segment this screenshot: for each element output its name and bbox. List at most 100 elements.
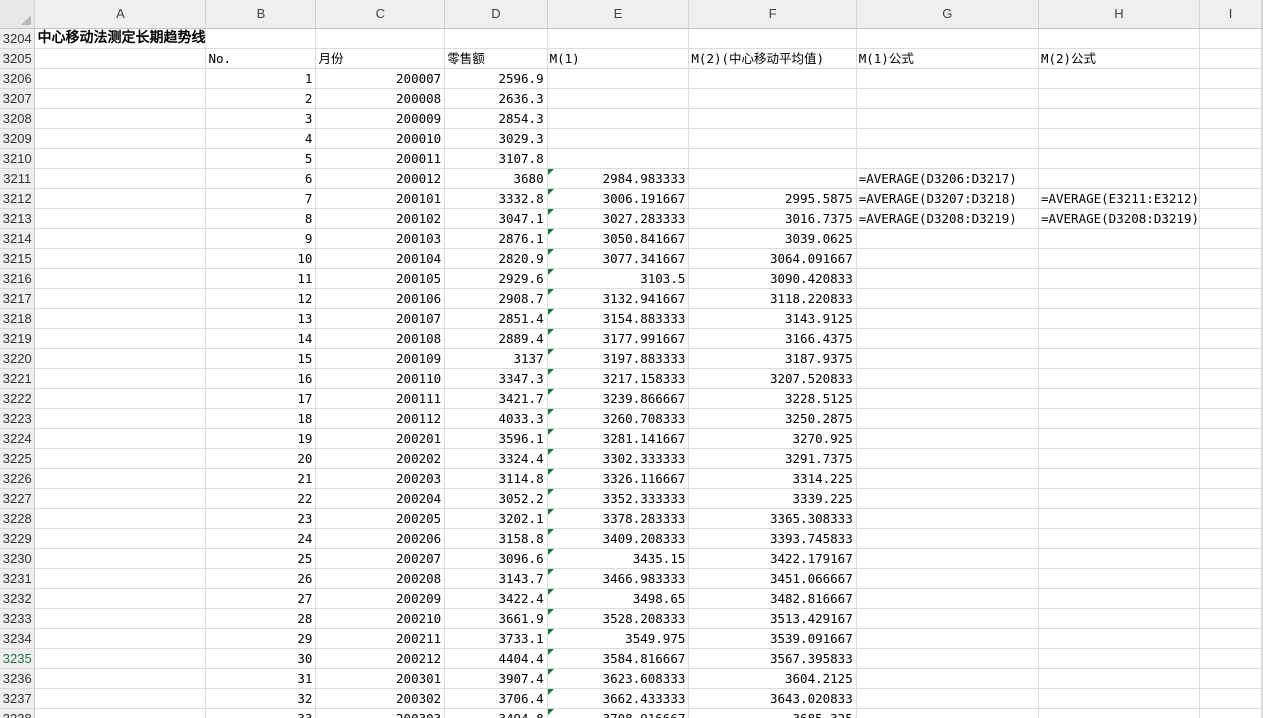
cell-no[interactable]: 3 bbox=[205, 108, 317, 129]
row-header[interactable]: 3235 bbox=[0, 648, 36, 669]
cell-month[interactable]: 200301 bbox=[315, 668, 446, 689]
column-label-cell[interactable]: No. bbox=[205, 48, 317, 69]
cell-m2[interactable]: 3365.308333 bbox=[688, 508, 857, 529]
cell-a[interactable] bbox=[34, 428, 207, 449]
row-header[interactable]: 3224 bbox=[0, 428, 36, 449]
cell-a[interactable] bbox=[34, 368, 207, 389]
cell-a[interactable] bbox=[34, 448, 207, 469]
cell-month[interactable]: 200205 bbox=[315, 508, 446, 529]
cell-sales[interactable]: 3096.6 bbox=[444, 548, 548, 569]
grid-cell[interactable] bbox=[1261, 508, 1263, 529]
cell-m2[interactable] bbox=[688, 88, 857, 109]
cell-a[interactable] bbox=[34, 488, 207, 509]
cell-i[interactable] bbox=[1199, 488, 1262, 509]
cell-m1[interactable]: 3466.983333 bbox=[547, 568, 690, 589]
cell-i[interactable] bbox=[1199, 108, 1262, 129]
row-header[interactable]: 3218 bbox=[0, 308, 36, 329]
cell-a[interactable] bbox=[34, 528, 207, 549]
select-all-button[interactable] bbox=[0, 0, 36, 29]
column-header-c[interactable]: C bbox=[315, 0, 446, 29]
row-header[interactable]: 3209 bbox=[0, 128, 36, 149]
grid-cell[interactable] bbox=[1261, 228, 1263, 249]
cell-no[interactable]: 33 bbox=[205, 708, 317, 718]
cell-no[interactable]: 5 bbox=[205, 148, 317, 169]
cell-month[interactable]: 200202 bbox=[315, 448, 446, 469]
cell-no[interactable]: 31 bbox=[205, 668, 317, 689]
row-header[interactable]: 3205 bbox=[0, 48, 36, 69]
grid-cell[interactable] bbox=[444, 28, 548, 49]
cell-m2[interactable]: 3143.9125 bbox=[688, 308, 857, 329]
cell-m1[interactable]: 3662.433333 bbox=[547, 688, 690, 709]
cell-m2-formula[interactable] bbox=[1038, 648, 1201, 669]
row-header[interactable]: 3216 bbox=[0, 268, 36, 289]
column-label-cell[interactable]: M(2)公式 bbox=[1038, 48, 1201, 69]
cell-m2-formula[interactable] bbox=[1038, 688, 1201, 709]
cell-month[interactable]: 200211 bbox=[315, 628, 446, 649]
cell-m2-formula[interactable] bbox=[1038, 628, 1201, 649]
cell-month[interactable]: 200103 bbox=[315, 228, 446, 249]
cell-month[interactable]: 200210 bbox=[315, 608, 446, 629]
cell-a[interactable] bbox=[34, 388, 207, 409]
cell-i[interactable] bbox=[1199, 408, 1262, 429]
cell-no[interactable]: 26 bbox=[205, 568, 317, 589]
cell-no[interactable]: 13 bbox=[205, 308, 317, 329]
cell-m1[interactable]: 3050.841667 bbox=[547, 228, 690, 249]
cell-month[interactable]: 200112 bbox=[315, 408, 446, 429]
cell-month[interactable]: 200204 bbox=[315, 488, 446, 509]
grid-cell[interactable] bbox=[1261, 488, 1263, 509]
grid-cell[interactable] bbox=[1199, 28, 1262, 49]
cell-i[interactable] bbox=[1199, 668, 1262, 689]
cell-sales[interactable]: 3733.1 bbox=[444, 628, 548, 649]
row-header[interactable]: 3229 bbox=[0, 528, 36, 549]
cell-m2-formula[interactable] bbox=[1038, 268, 1201, 289]
cell-m2-formula[interactable] bbox=[1038, 128, 1201, 149]
column-header-g[interactable]: G bbox=[856, 0, 1039, 29]
cell-m1-formula[interactable] bbox=[856, 488, 1039, 509]
grid-cell[interactable] bbox=[1261, 528, 1263, 549]
cell-i[interactable] bbox=[1199, 388, 1262, 409]
row-header[interactable]: 3225 bbox=[0, 448, 36, 469]
grid-cell[interactable] bbox=[1038, 28, 1201, 49]
grid-cell[interactable] bbox=[1261, 468, 1263, 489]
row-header[interactable]: 3217 bbox=[0, 288, 36, 309]
cell-i[interactable] bbox=[1199, 568, 1262, 589]
cell-m1-formula[interactable] bbox=[856, 648, 1039, 669]
grid-cell[interactable] bbox=[1261, 268, 1263, 289]
grid-cell[interactable] bbox=[1261, 188, 1263, 209]
cell-month[interactable]: 200012 bbox=[315, 168, 446, 189]
column-header-b[interactable]: B bbox=[205, 0, 317, 29]
cell-m1-formula[interactable] bbox=[856, 228, 1039, 249]
cell-m1-formula[interactable] bbox=[856, 428, 1039, 449]
cell-m1[interactable]: 3498.65 bbox=[547, 588, 690, 609]
grid-cell[interactable] bbox=[1261, 628, 1263, 649]
cell-m1[interactable]: 3435.15 bbox=[547, 548, 690, 569]
cell-sales[interactable]: 3143.7 bbox=[444, 568, 548, 589]
cell-m2[interactable]: 3539.091667 bbox=[688, 628, 857, 649]
column-header-f[interactable]: F bbox=[688, 0, 857, 29]
grid-cell[interactable] bbox=[205, 28, 317, 49]
row-header[interactable]: 3227 bbox=[0, 488, 36, 509]
cell-m2[interactable] bbox=[688, 128, 857, 149]
column-label-cell[interactable]: M(2)(中心移动平均值) bbox=[688, 48, 857, 69]
cell-a[interactable] bbox=[34, 588, 207, 609]
cell-m2[interactable]: 3270.925 bbox=[688, 428, 857, 449]
cell-a[interactable] bbox=[34, 628, 207, 649]
spreadsheet-grid[interactable]: ABCDEFGHI 3204 中心移动法测定长期趋势线 3205 No. 月份 零售额 M(… bbox=[0, 0, 1263, 718]
cell-sales[interactable]: 2908.7 bbox=[444, 288, 548, 309]
cell-no[interactable]: 20 bbox=[205, 448, 317, 469]
cell-m2-formula[interactable] bbox=[1038, 248, 1201, 269]
cell-m1[interactable]: 3197.883333 bbox=[547, 348, 690, 369]
cell-m1-formula[interactable] bbox=[856, 268, 1039, 289]
cell-i[interactable] bbox=[1199, 648, 1262, 669]
cell-m2[interactable] bbox=[688, 108, 857, 129]
cell-month[interactable]: 200106 bbox=[315, 288, 446, 309]
grid-cell[interactable] bbox=[1261, 88, 1263, 109]
cell-no[interactable]: 7 bbox=[205, 188, 317, 209]
cell-month[interactable]: 200105 bbox=[315, 268, 446, 289]
row-header[interactable]: 3214 bbox=[0, 228, 36, 249]
cell-month[interactable]: 200203 bbox=[315, 468, 446, 489]
grid-cell[interactable] bbox=[1261, 648, 1263, 669]
cell-m2-formula[interactable] bbox=[1038, 328, 1201, 349]
cell-a[interactable] bbox=[34, 288, 207, 309]
grid-cell[interactable] bbox=[1261, 708, 1263, 718]
